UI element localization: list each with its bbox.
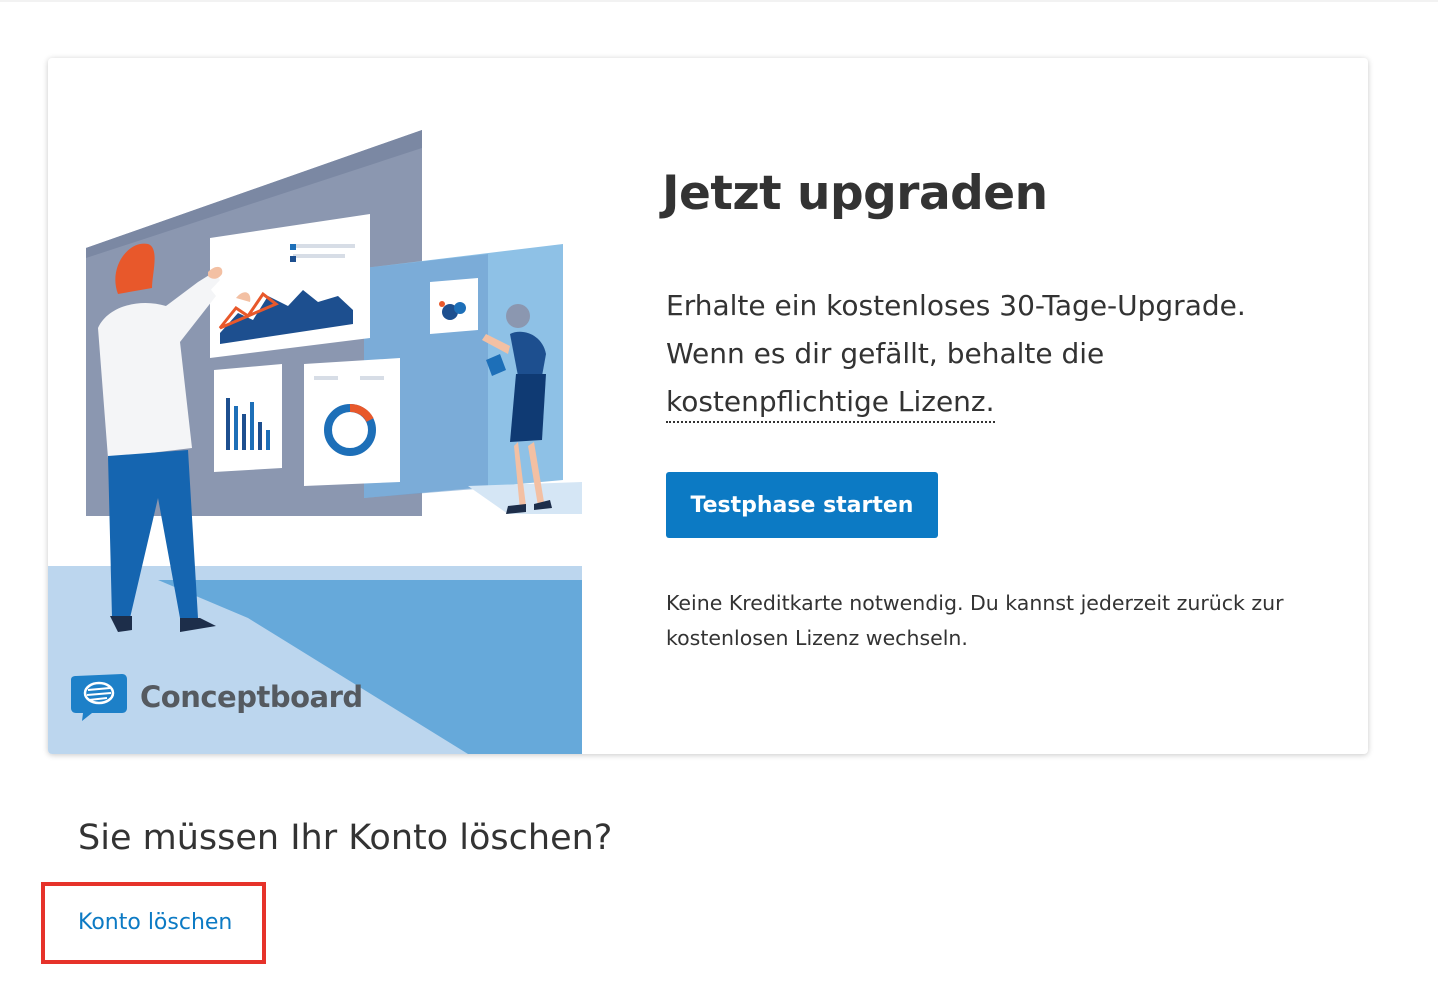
brand-name: Conceptboard (140, 680, 363, 714)
delete-account-link[interactable]: Konto löschen (78, 910, 232, 935)
illustration-artwork (48, 130, 582, 754)
no-credit-card-note: Keine Kreditkarte notwendig. Du kannst j… (666, 591, 1284, 650)
upgrade-illustration: Conceptboard (48, 58, 582, 754)
upgrade-card: Conceptboard Jetzt upgraden Erhalte ein … (48, 58, 1368, 754)
speech-bubble-logo-icon (71, 674, 127, 721)
paid-license-term[interactable]: kostenpflichtige Lizenz. (666, 385, 995, 423)
offer-line-1: Erhalte ein kostenloses 30-Tage-Upgrade. (666, 289, 1246, 322)
start-trial-button[interactable]: Testphase starten (666, 472, 938, 538)
upgrade-headline: Jetzt upgraden (662, 166, 1048, 221)
upgrade-offer-text: Erhalte ein kostenloses 30-Tage-Upgrade.… (666, 282, 1306, 426)
top-divider (0, 0, 1438, 2)
offer-line-2: Wenn es dir gefällt, behalte die (666, 337, 1105, 370)
delete-account-heading: Sie müssen Ihr Konto löschen? (78, 818, 613, 858)
conceptboard-brand: Conceptboard (70, 672, 363, 722)
